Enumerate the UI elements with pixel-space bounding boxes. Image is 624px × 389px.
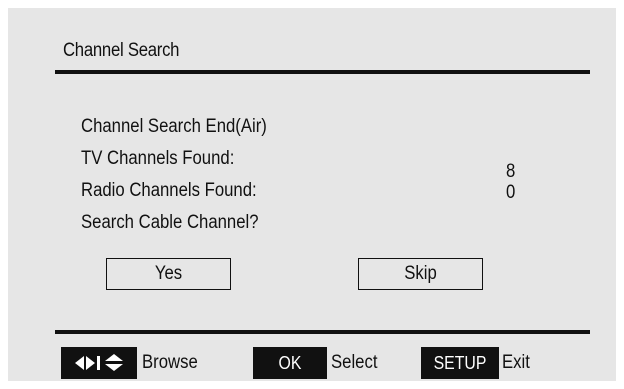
ok-key-label: OK bbox=[278, 352, 302, 373]
exit-hint: Exit bbox=[502, 352, 530, 373]
radio-channels-count: 0 bbox=[506, 182, 516, 203]
up-down-arrows-icon bbox=[104, 354, 123, 371]
skip-button[interactable]: Skip bbox=[358, 258, 483, 290]
ok-key[interactable]: OK bbox=[253, 347, 327, 379]
search-cable-question: Search Cable Channel? bbox=[81, 212, 259, 233]
browse-hint: Browse bbox=[142, 352, 198, 373]
tv-channels-count: 8 bbox=[506, 161, 516, 182]
left-right-arrows-icon bbox=[74, 356, 100, 370]
page-title: Channel Search bbox=[63, 40, 180, 61]
search-status-text: Channel Search End(Air) bbox=[81, 116, 267, 137]
setup-key[interactable]: SETUP bbox=[421, 347, 499, 379]
header-divider bbox=[55, 70, 590, 74]
setup-key-label: SETUP bbox=[433, 352, 487, 373]
tv-channels-label: TV Channels Found: bbox=[81, 148, 235, 169]
skip-button-label: Skip bbox=[404, 263, 437, 284]
yes-button-label: Yes bbox=[154, 263, 183, 284]
browse-key[interactable] bbox=[61, 347, 137, 379]
channel-search-screen: Channel Search Channel Search End(Air) T… bbox=[8, 8, 616, 381]
select-hint: Select bbox=[331, 352, 378, 373]
yes-button[interactable]: Yes bbox=[106, 258, 231, 290]
radio-channels-label: Radio Channels Found: bbox=[81, 180, 257, 201]
footer-divider bbox=[55, 330, 590, 334]
